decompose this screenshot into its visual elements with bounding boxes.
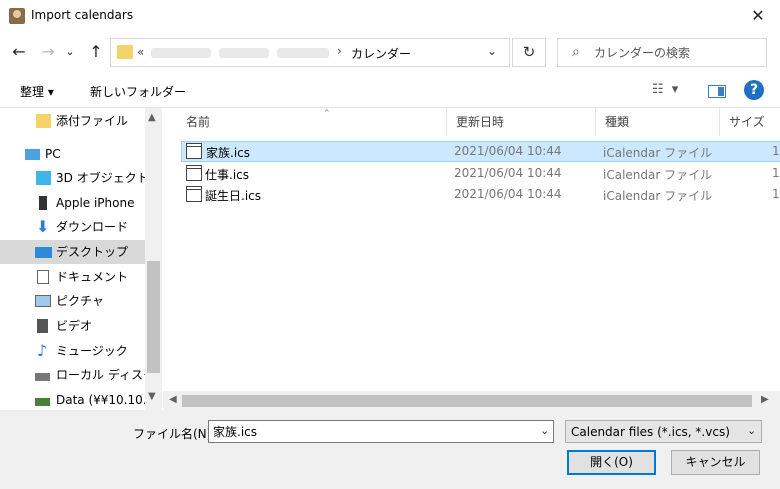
refresh-button[interactable]: ↻ <box>512 38 546 67</box>
filetype-select[interactable]: Calendar files (*.ics, *.vcs) ⌄ <box>565 420 762 443</box>
path-separator: › <box>337 44 342 58</box>
search-input[interactable] <box>594 43 762 63</box>
scroll-up-icon[interactable]: ▲ <box>148 112 156 123</box>
search-icon: ⌕ <box>572 44 580 60</box>
chevron-down-icon[interactable]: ⌄ <box>540 424 549 437</box>
scroll-down-icon[interactable]: ▼ <box>148 391 156 402</box>
title-bar: Import calendars ✕ <box>0 0 780 32</box>
tree-item-videos[interactable]: ビデオ <box>0 314 145 338</box>
tree-item-3d-objects[interactable]: 3D オブジェクト <box>0 166 145 190</box>
redacted-path-segment <box>219 48 269 58</box>
sort-ascending-icon: ⌃ <box>323 109 331 119</box>
main-content: 添付ファイル PC 3D オブジェクト Apple iPhone ⬇ ダウンロー… <box>0 107 780 411</box>
phone-icon <box>39 196 47 210</box>
dialog-footer: ファイル名(N): ⌄ Calendar files (*.ics, *.vcs… <box>0 410 780 489</box>
close-button[interactable]: ✕ <box>738 4 778 28</box>
address-dropdown-icon[interactable]: ⌄ <box>487 44 497 58</box>
file-list: 名前 ⌃ 更新日時 種類 サイズ 家族.ics 2021/06/04 10:44… <box>163 108 780 411</box>
folder-icon <box>36 114 51 128</box>
preview-pane-icon[interactable] <box>708 85 726 98</box>
tree-item-network-drive[interactable]: Data (¥¥10.10.0.3 <box>0 388 145 411</box>
tree-item-downloads[interactable]: ⬇ ダウンロード <box>0 215 145 239</box>
music-note-icon: ♪ <box>37 341 48 360</box>
address-bar[interactable]: « › カレンダー ⌄ <box>110 38 510 67</box>
drive-icon <box>35 373 50 381</box>
command-bar: 整理 ▾ 新しいフォルダー ☷ ▾ ? <box>0 76 780 106</box>
column-header-name[interactable]: 名前 ⌃ <box>177 108 447 136</box>
column-header-size[interactable]: サイズ <box>720 108 780 136</box>
back-arrow-icon[interactable]: ← <box>7 40 31 64</box>
scroll-left-icon[interactable]: ◀ <box>169 394 177 405</box>
document-icon <box>37 270 49 284</box>
view-options-icon[interactable]: ☷ ▾ <box>652 82 680 97</box>
scroll-thumb[interactable] <box>182 395 752 407</box>
file-row[interactable]: 仕事.ics 2021/06/04 10:44 iCalendar ファイル 1 <box>181 163 780 184</box>
tree-item-attachments[interactable]: 添付ファイル <box>0 109 145 133</box>
column-header-date[interactable]: 更新日時 <box>447 108 596 136</box>
forward-arrow-icon[interactable]: → <box>36 40 60 64</box>
calendar-file-icon <box>186 143 202 159</box>
tree-item-iphone[interactable]: Apple iPhone <box>0 191 145 215</box>
pc-icon <box>25 149 40 160</box>
tree-item-desktop[interactable]: デスクトップ <box>0 240 145 264</box>
address-overflow-chevron[interactable]: « <box>137 45 144 59</box>
calendar-file-icon <box>186 186 202 202</box>
tree-item-pc[interactable]: PC <box>0 142 145 166</box>
file-row[interactable]: 家族.ics 2021/06/04 10:44 iCalendar ファイル 1 <box>181 141 780 162</box>
file-row[interactable]: 誕生日.ics 2021/06/04 10:44 iCalendar ファイル … <box>181 184 780 205</box>
navigation-tree: 添付ファイル PC 3D オブジェクト Apple iPhone ⬇ ダウンロー… <box>0 108 145 411</box>
folder-icon <box>117 45 133 59</box>
redacted-path-segment <box>151 48 211 58</box>
calendar-file-icon <box>186 165 202 181</box>
redacted-path-segment <box>277 48 329 58</box>
search-box[interactable]: ⌕ <box>557 38 767 67</box>
download-arrow-icon: ⬇ <box>36 217 50 236</box>
filename-input[interactable] <box>213 423 523 440</box>
column-header-type[interactable]: 種類 <box>596 108 720 136</box>
tree-item-music[interactable]: ♪ ミュージック <box>0 339 145 363</box>
desktop-icon <box>35 247 52 258</box>
filename-combo[interactable]: ⌄ <box>208 420 554 443</box>
up-folder-icon[interactable]: ↑ <box>84 40 108 64</box>
scroll-thumb[interactable] <box>147 261 160 373</box>
cube-icon <box>36 171 51 185</box>
tree-item-documents[interactable]: ドキュメント <box>0 265 145 289</box>
recent-locations-icon[interactable]: ⌄ <box>63 40 77 64</box>
network-drive-icon <box>35 398 50 406</box>
current-folder[interactable]: カレンダー <box>351 45 411 62</box>
tree-item-local-disk[interactable]: ローカル ディスク (C <box>0 363 145 387</box>
video-icon <box>37 319 48 333</box>
tree-scrollbar[interactable]: ▲ ▼ <box>145 108 162 411</box>
filename-label: ファイル名(N): <box>133 427 216 441</box>
picture-icon <box>35 295 51 307</box>
horizontal-scrollbar[interactable]: ◀ ▶ <box>163 391 780 411</box>
app-icon <box>9 8 25 24</box>
organize-button[interactable]: 整理 ▾ <box>20 83 54 100</box>
chevron-down-icon[interactable]: ⌄ <box>747 424 756 437</box>
window-title: Import calendars <box>31 8 134 22</box>
new-folder-button[interactable]: 新しいフォルダー <box>90 83 186 100</box>
tree-item-pictures[interactable]: ピクチャ <box>0 289 145 313</box>
scroll-right-icon[interactable]: ▶ <box>761 394 769 405</box>
open-button[interactable]: 開く(O) <box>567 450 656 475</box>
filetype-value: Calendar files (*.ics, *.vcs) <box>571 425 730 439</box>
cancel-button[interactable]: キャンセル <box>671 450 760 475</box>
help-icon[interactable]: ? <box>744 80 764 100</box>
